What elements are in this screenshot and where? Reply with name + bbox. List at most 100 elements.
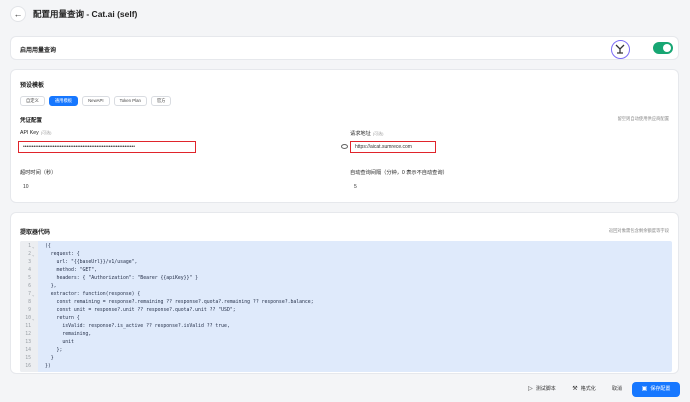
usage-config-page: ← 配置用量查询 - Cat.ai (self) 启用用量查询 预设模板 自定义… <box>0 0 690 402</box>
line-number: 14 <box>25 348 31 353</box>
code-line: 9 const unit = response?.unit ?? respons… <box>20 307 672 315</box>
extractor-code-hint: 返回对象需包含剩余额度等字段 <box>608 228 669 233</box>
code-text: ({ <box>45 244 51 249</box>
code-text: }; <box>45 348 63 353</box>
api-key-optional: (可选) <box>40 130 52 135</box>
cancel-button[interactable]: 取消 <box>604 382 630 397</box>
fold-chevron-icon[interactable]: ⌄ <box>32 243 34 251</box>
test-script-label: 测试脚本 <box>535 386 556 392</box>
code-text: }, <box>45 284 57 289</box>
enable-usage-toggle[interactable] <box>653 42 673 54</box>
code-line: 15 } <box>20 355 672 363</box>
code-line: 1 ⌄ ({ <box>20 243 672 251</box>
credentials-title: 凭证配置 <box>20 118 43 124</box>
code-text: }) <box>45 364 51 369</box>
code-text: return { <box>45 316 80 321</box>
save-config-label: 保存配置 <box>650 386 671 392</box>
save-config-button[interactable]: ▣ 保存配置 <box>632 382 680 397</box>
api-key-input[interactable]: ••••••••••••••••••••••••••••••••••••••••… <box>18 141 196 153</box>
provider-logo-icon <box>611 40 630 59</box>
page-title: 配置用量查询 - Cat.ai (self) <box>33 9 138 19</box>
line-number: 12 <box>25 332 31 337</box>
request-url-label-text: 请求地址 <box>350 131 371 137</box>
code-line: 14 }; <box>20 347 672 355</box>
code-text: } <box>45 356 54 361</box>
timeout-label: 超时时间（秒） <box>20 170 57 176</box>
line-number: 9 <box>28 308 31 313</box>
auto-interval-label: 自动查询间隔（分钟，0 表示不自动查询） <box>350 170 448 176</box>
code-line: 7 ⌄ extractor: function(response) { <box>20 291 672 299</box>
save-icon: ▣ <box>641 386 648 392</box>
code-line: 6 }, <box>20 283 672 291</box>
code-line: 2 ⌄ request: { <box>20 251 672 259</box>
code-text: remaining, <box>45 332 92 337</box>
preset-tabs: 自定义 通用模板 NewAPI Token Plan 官方 <box>20 96 172 106</box>
enable-usage-card: 启用用量查询 <box>10 36 679 60</box>
extractor-code-title: 提取器代码 <box>20 230 51 236</box>
line-number: 5 <box>28 276 31 281</box>
line-number: 10 <box>25 316 31 321</box>
code-text: isValid: response?.is_active ?? response… <box>45 324 230 329</box>
magic-wand-icon: ⚒ <box>572 386 578 392</box>
code-line: 16}) <box>20 363 672 371</box>
line-number: 4 <box>28 268 31 273</box>
line-number: 13 <box>25 340 31 345</box>
api-key-label-text: API Key <box>20 130 39 136</box>
code-text: request: { <box>45 252 80 257</box>
fold-chevron-icon[interactable]: ⌄ <box>32 315 34 323</box>
code-editor[interactable]: 1 ⌄({2 ⌄ request: {3 url: "{{baseUrl}}/v1/… <box>20 241 672 372</box>
back-button[interactable]: ← <box>10 6 26 22</box>
format-label: 格式化 <box>580 386 596 392</box>
code-text: const unit = response?.unit ?? response?… <box>45 308 236 313</box>
line-number: 16 <box>25 364 31 369</box>
timeout-input[interactable]: 10 <box>23 184 29 190</box>
line-number: 3 <box>28 260 31 265</box>
line-number: 15 <box>25 356 31 361</box>
code-text: const remaining = response?.remaining ??… <box>45 300 314 305</box>
toggle-knob <box>663 44 671 52</box>
code-line: 10 ⌄ return { <box>20 315 672 323</box>
request-url-input[interactable]: https://aicat.sumrece.com <box>350 141 436 153</box>
preset-title: 预设模板 <box>20 83 45 89</box>
code-line: 12 remaining, <box>20 331 672 339</box>
request-url-label: 请求地址 (可选) <box>350 130 383 137</box>
credentials-hint: 留空则自动使用供应商配置 <box>617 116 669 121</box>
test-script-button[interactable]: ▷ 测试脚本 <box>520 382 564 397</box>
fold-chevron-icon[interactable]: ⌄ <box>32 291 34 299</box>
code-line: 4 method: "GET", <box>20 267 672 275</box>
code-text: unit <box>45 340 74 345</box>
footer-actions: ▷ 测试脚本 ⚒ 格式化 取消 ▣ 保存配置 <box>0 378 690 402</box>
line-number: 7 <box>28 292 31 297</box>
line-number: 6 <box>28 284 31 289</box>
extractor-code-card: 提取器代码 返回对象需包含剩余额度等字段 1 ⌄({2 ⌄ request: {3 … <box>10 212 679 374</box>
page-header: ← 配置用量查询 - Cat.ai (self) <box>0 0 690 28</box>
preset-card: 预设模板 自定义 通用模板 NewAPI Token Plan 官方 凭证配置 … <box>10 69 679 203</box>
code-line: 11 isValid: response?.is_active ?? respo… <box>20 323 672 331</box>
line-number: 11 <box>25 324 31 329</box>
auto-interval-input[interactable]: 5 <box>354 184 357 190</box>
eye-icon[interactable] <box>341 144 348 149</box>
tab-custom[interactable]: 自定义 <box>20 96 45 106</box>
code-text: method: "GET", <box>45 268 97 273</box>
tab-token-plan[interactable]: Token Plan <box>113 96 147 106</box>
code-line: 13 unit <box>20 339 672 347</box>
line-number: 1 <box>28 244 31 249</box>
code-line: 8 const remaining = response?.remaining … <box>20 299 672 307</box>
tab-generic[interactable]: 通用模板 <box>48 96 79 106</box>
code-text: headers: { "Authorization": "Bearer {{ap… <box>45 276 199 281</box>
fold-chevron-icon[interactable]: ⌄ <box>32 251 34 259</box>
tab-newapi[interactable]: NewAPI <box>82 96 110 106</box>
tab-official[interactable]: 官方 <box>150 96 172 106</box>
provider-logo-glyph <box>615 44 625 54</box>
format-button[interactable]: ⚒ 格式化 <box>564 382 604 397</box>
code-text: url: "{{baseUrl}}/v1/usage", <box>45 260 138 265</box>
request-url-optional: (可选) <box>372 131 384 136</box>
play-icon: ▷ <box>528 386 533 392</box>
code-text: extractor: function(response) { <box>45 292 141 297</box>
api-key-label: API Key (可选) <box>20 130 51 136</box>
code-line: 3 url: "{{baseUrl}}/v1/usage", <box>20 259 672 267</box>
line-number: 8 <box>28 300 31 305</box>
enable-usage-label: 启用用量查询 <box>20 48 57 54</box>
code-line: 5 headers: { "Authorization": "Bearer {{… <box>20 275 672 283</box>
line-number: 2 <box>28 252 31 257</box>
